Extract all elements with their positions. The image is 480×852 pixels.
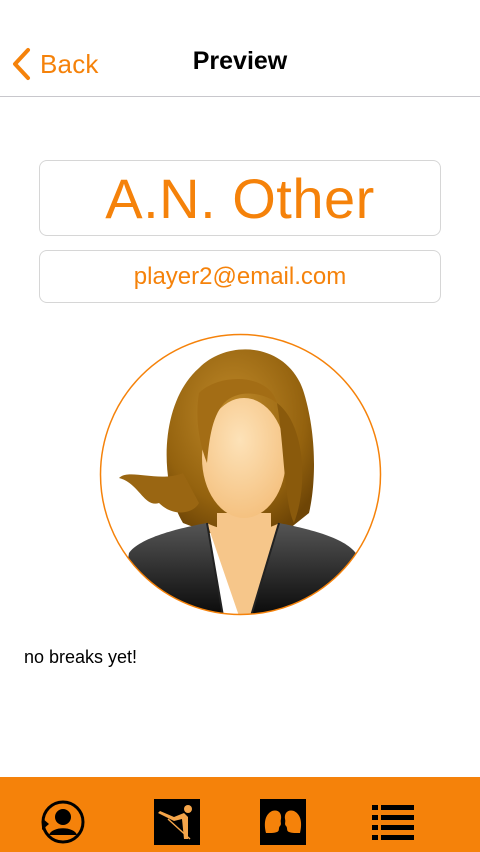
tab-snooker-player[interactable] <box>154 799 200 845</box>
avatar[interactable] <box>99 333 382 616</box>
tab-player-profile[interactable] <box>40 799 86 845</box>
snooker-player-icon <box>154 799 200 845</box>
tab-bar <box>0 777 480 852</box>
list-icon <box>372 805 414 840</box>
breaks-status-text: no breaks yet! <box>24 647 138 667</box>
player-email-field[interactable]: player2@email.com <box>39 250 441 303</box>
head-to-head-icon <box>260 799 306 845</box>
player-name-field[interactable]: A.N. Other <box>39 160 441 236</box>
tab-head-to-head[interactable] <box>260 799 306 845</box>
player-profile-icon <box>41 800 85 844</box>
navigation-bar: Back Preview <box>0 0 480 97</box>
page-title: Preview <box>192 47 288 75</box>
tab-list[interactable] <box>370 799 416 845</box>
